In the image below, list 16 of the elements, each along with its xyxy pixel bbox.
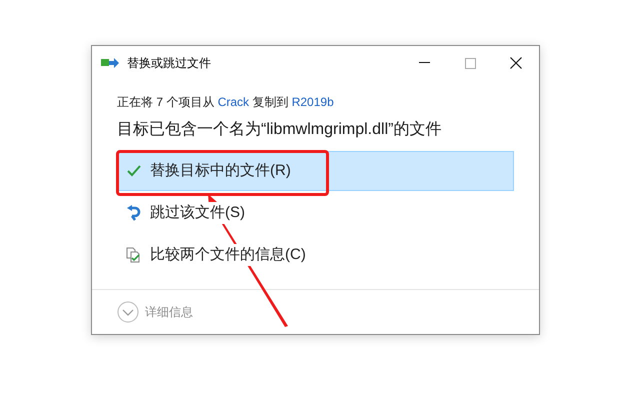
conflict-heading: 目标已包含一个名为“libmwlmgrimpl.dll”的文件 <box>117 120 442 140</box>
check-icon <box>126 163 142 179</box>
folder-link[interactable]: Crack <box>218 95 250 109</box>
option-button[interactable]: 替换目标中的文件(R) <box>117 151 514 191</box>
undo-arrow-icon <box>126 205 142 221</box>
file-move-icon <box>101 57 119 69</box>
close-icon <box>510 57 522 69</box>
copy-status-text: 正在将 7 个项目从 Crack 复制到 R2019b <box>117 94 335 111</box>
option-button[interactable]: 比较两个文件的信息(C) <box>117 235 514 275</box>
minimize-icon <box>418 62 430 64</box>
folder-link[interactable]: R2019b <box>292 95 334 109</box>
file-compare-icon <box>126 247 142 263</box>
chevron-icon <box>117 301 139 323</box>
window-title: 替换或跳过文件 <box>127 55 212 72</box>
maximize-icon <box>464 58 476 68</box>
option-button[interactable]: 跳过该文件(S) <box>117 193 514 233</box>
